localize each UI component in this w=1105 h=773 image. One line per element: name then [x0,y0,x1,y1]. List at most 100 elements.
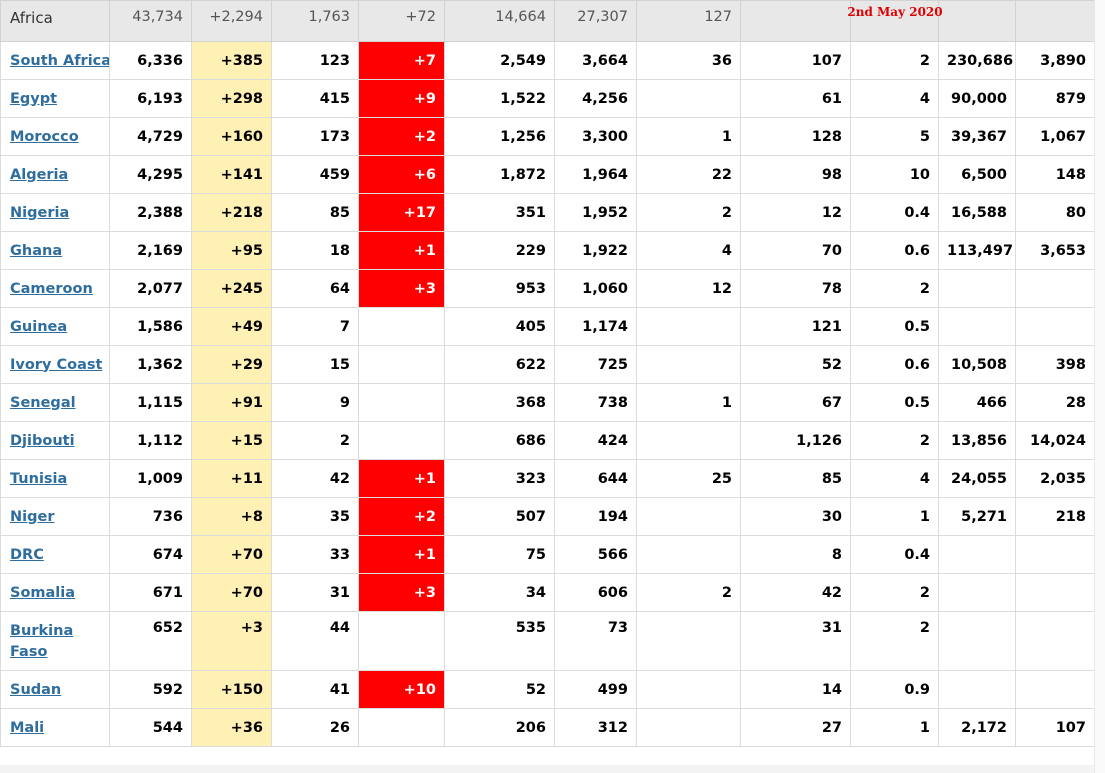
total-tests-cell: 39,367 [938,117,1016,156]
total-recovered-cell: 2,549 [444,41,555,80]
serious-critical-cell: 25 [636,459,741,498]
table-row: Tunisia 1,009 +11 42 +1 323 644 25 85 4 24,055 2,03… [0,459,1095,498]
tests-per-1m-cell [1015,573,1095,612]
country-cell: Djibouti [0,421,110,460]
cases-per-1m-cell [740,0,851,42]
cases-per-1m-cell: 128 [740,117,851,156]
new-cases-cell: +91 [191,383,272,422]
vertical-scrollbar[interactable] [1094,0,1105,773]
country-cell: Somalia [0,573,110,612]
active-cases-cell: 4,256 [554,79,637,118]
cases-per-1m-cell: 1,126 [740,421,851,460]
country-link[interactable]: Morocco [10,129,79,145]
tests-per-1m-cell [1015,670,1095,709]
total-tests-cell [938,573,1016,612]
total-deaths-cell: 18 [271,231,359,270]
deaths-per-1m-cell: 0.5 [850,383,939,422]
deaths-per-1m-cell: 0.6 [850,345,939,384]
country-link[interactable]: Egypt [10,91,57,107]
country-link[interactable]: Tunisia [10,471,67,487]
table-row: Morocco 4,729 +160 173 +2 1,256 3,300 1 128 5 39,3… [0,117,1095,156]
horizontal-scrollbar[interactable] [0,765,1094,773]
new-cases-cell: +150 [191,670,272,709]
total-cases-cell: 4,295 [109,155,192,194]
table-row: Mali 544 +36 26 206 312 27 1 2,172 107 [0,708,1095,747]
tests-per-1m-cell: 879 [1015,79,1095,118]
total-deaths-cell: 44 [271,611,359,671]
country-cell: Algeria [0,155,110,194]
total-deaths-cell: 15 [271,345,359,384]
active-cases-cell: 644 [554,459,637,498]
country-link[interactable]: DRC [10,547,44,563]
table-row: Egypt 6,193 +298 415 +9 1,522 4,256 61 4 90,000 87… [0,79,1095,118]
total-cases-cell: 671 [109,573,192,612]
country-cell: Morocco [0,117,110,156]
serious-critical-cell [636,307,741,346]
cases-per-1m-cell: 52 [740,345,851,384]
deaths-per-1m-cell: 2 [850,41,939,80]
country-link[interactable]: Somalia [10,585,75,601]
active-cases-cell: 312 [554,708,637,747]
tests-per-1m-cell [1015,611,1095,671]
tests-per-1m-cell: 3,890 [1015,41,1095,80]
total-deaths-cell: 64 [271,269,359,308]
total-deaths-cell: 459 [271,155,359,194]
country-link[interactable]: Cameroon [10,281,93,297]
table-row: Nigeria 2,388 +218 85 +17 351 1,952 2 12 0.4 16,58… [0,193,1095,232]
cases-per-1m-cell: 70 [740,231,851,270]
tests-per-1m-cell: 80 [1015,193,1095,232]
total-cases-cell: 2,388 [109,193,192,232]
total-deaths-cell: 2 [271,421,359,460]
total-tests-cell: 6,500 [938,155,1016,194]
deaths-per-1m-cell: 10 [850,155,939,194]
table-row: DRC 674 +70 33 +1 75 566 8 0.4 [0,535,1095,574]
cases-per-1m-cell: 61 [740,79,851,118]
tests-per-1m-cell: 107 [1015,708,1095,747]
total-tests-cell: 2,172 [938,708,1016,747]
deaths-per-1m-cell: 0.6 [850,231,939,270]
total-recovered-cell: 34 [444,573,555,612]
new-deaths-cell: +3 [358,269,445,308]
total-deaths-cell: 26 [271,708,359,747]
country-link[interactable]: Burkina Faso [10,623,73,660]
total-tests-cell: 5,271 [938,497,1016,536]
active-cases-cell: 566 [554,535,637,574]
country-link[interactable]: Ivory Coast [10,357,102,373]
country-link[interactable]: Guinea [10,319,67,335]
country-link[interactable]: Nigeria [10,205,69,221]
total-cases-cell: 1,112 [109,421,192,460]
cases-per-1m-cell: 107 [740,41,851,80]
serious-critical-cell: 4 [636,231,741,270]
active-cases-cell: 1,060 [554,269,637,308]
new-deaths-cell: +1 [358,535,445,574]
active-cases-cell: 499 [554,670,637,709]
country-link[interactable]: Sudan [10,682,61,698]
total-recovered-cell: 52 [444,670,555,709]
new-deaths-cell: +1 [358,231,445,270]
total-cases-cell: 736 [109,497,192,536]
deaths-per-1m-cell: 0.9 [850,670,939,709]
new-cases-cell: +11 [191,459,272,498]
total-cases-cell: 1,115 [109,383,192,422]
country-link[interactable]: Senegal [10,395,76,411]
serious-critical-cell [636,79,741,118]
total-cases-cell: 1,009 [109,459,192,498]
country-link[interactable]: Algeria [10,167,68,183]
total-tests-cell [938,0,1016,42]
country-link[interactable]: Ghana [10,243,62,259]
total-recovered-cell: 622 [444,345,555,384]
country-link[interactable]: Djibouti [10,433,75,449]
country-link[interactable]: Mali [10,720,44,736]
country-link[interactable]: Niger [10,509,54,525]
active-cases-cell: 3,664 [554,41,637,80]
total-cases-cell: 43,734 [109,0,192,42]
cases-per-1m-cell: 12 [740,193,851,232]
serious-critical-cell [636,535,741,574]
cases-per-1m-cell: 78 [740,269,851,308]
cases-per-1m-cell: 30 [740,497,851,536]
active-cases-cell: 725 [554,345,637,384]
new-deaths-cell: +72 [358,0,445,42]
serious-critical-cell [636,345,741,384]
country-cell: Tunisia [0,459,110,498]
country-link[interactable]: South Africa [10,53,109,69]
